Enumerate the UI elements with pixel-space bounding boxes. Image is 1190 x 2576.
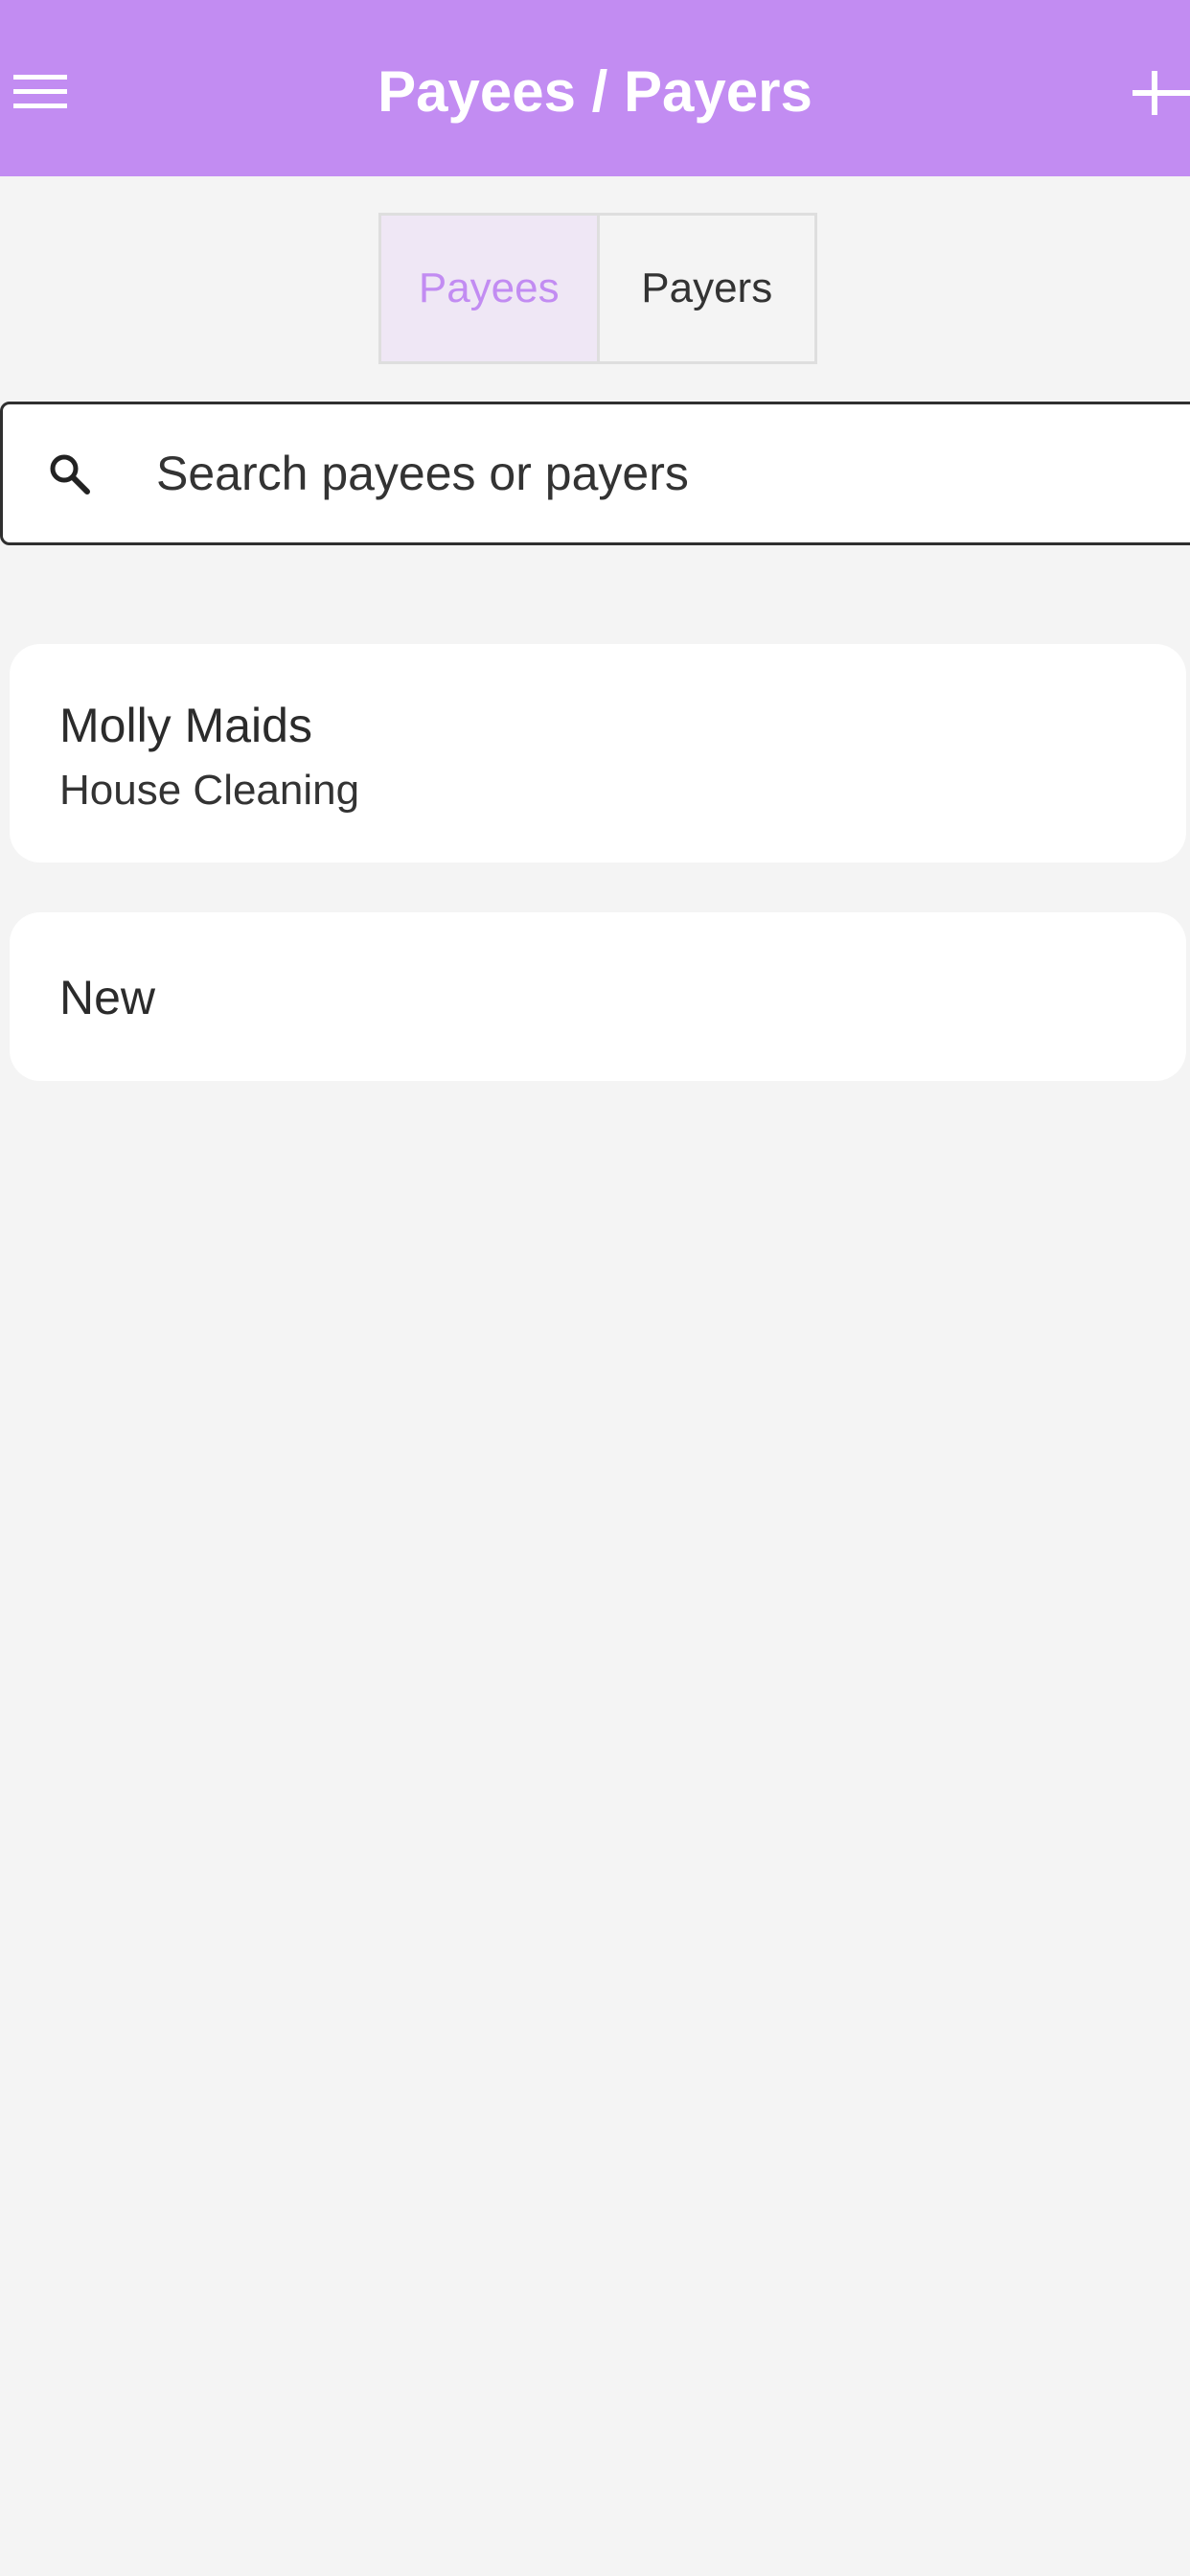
search-icon [50, 454, 90, 494]
list-item[interactable]: New [10, 912, 1186, 1081]
tab-payers[interactable]: Payers [600, 216, 815, 361]
list-item-subtitle: House Cleaning [59, 767, 360, 814]
page-title: Payees / Payers [378, 59, 812, 124]
payee-payer-segmented-control: Payees Payers [378, 213, 817, 364]
tab-payees[interactable]: Payees [381, 216, 600, 361]
list-item-title: New [59, 971, 156, 1024]
search-input[interactable] [156, 404, 1114, 542]
plus-icon [1133, 71, 1190, 115]
list-item[interactable]: Molly Maids House Cleaning [10, 644, 1186, 862]
add-button[interactable] [1131, 54, 1190, 130]
app-bar: Payees / Payers [0, 0, 1190, 176]
list-item-title: Molly Maids [59, 699, 312, 752]
search-bar[interactable] [0, 402, 1190, 545]
